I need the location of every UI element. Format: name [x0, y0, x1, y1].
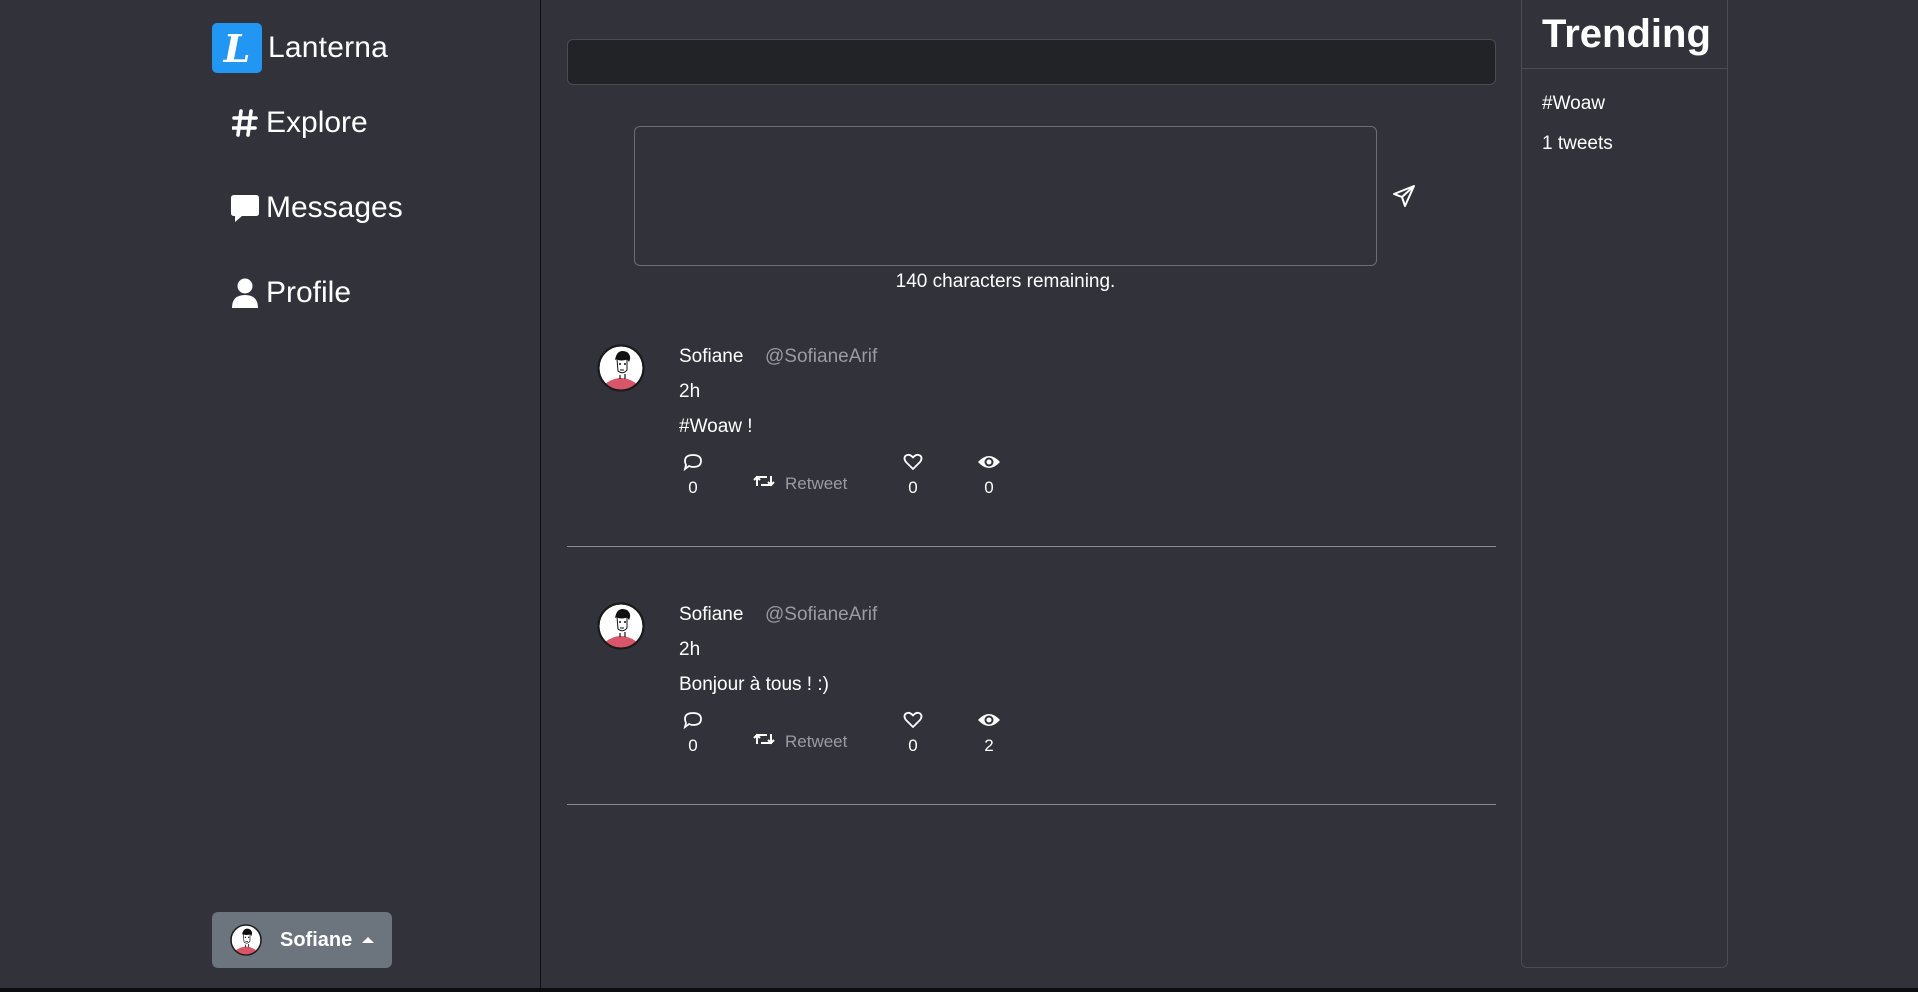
views-count: 2: [984, 736, 994, 755]
retweet-label: Retweet: [785, 473, 848, 493]
heart-icon: [897, 710, 929, 730]
like-count: 0: [908, 736, 918, 755]
nav-item-messages[interactable]: Messages: [230, 191, 403, 225]
tweet-time: 2h: [679, 381, 701, 402]
sidebar: L Lanterna Explore Messages Profile Sofi…: [0, 0, 541, 992]
reply-button[interactable]: 0: [677, 710, 709, 756]
retweet-icon: [753, 731, 775, 752]
views-indicator: 2: [969, 710, 1009, 756]
avatar[interactable]: [597, 344, 645, 392]
nav-item-profile[interactable]: Profile: [230, 276, 351, 310]
nav-explore-label: Explore: [266, 106, 368, 139]
tweet-author-handle[interactable]: @SofianeArif: [765, 604, 877, 626]
lanterna-logo-icon: L: [212, 23, 262, 73]
tweet: Sofiane @SofianeArif 2h Bonjour à tous !…: [567, 548, 1496, 805]
nav-messages-label: Messages: [266, 191, 403, 224]
tweet-author-name[interactable]: Sofiane: [679, 346, 743, 368]
tweet-time: 2h: [679, 639, 701, 660]
trending-panel: Trending #Woaw 1 tweets: [1521, 0, 1728, 968]
tweet-author-handle[interactable]: @SofianeArif: [765, 346, 877, 368]
trending-header: Trending: [1522, 0, 1727, 69]
user-menu-name: Sofiane: [280, 928, 353, 951]
message-icon: [230, 192, 260, 224]
brand[interactable]: L Lanterna: [212, 23, 388, 73]
eye-icon: [969, 452, 1009, 472]
reply-count: 0: [688, 478, 698, 497]
reply-button[interactable]: 0: [677, 452, 709, 498]
send-button[interactable]: [1390, 182, 1418, 210]
comment-icon: [677, 710, 709, 730]
tweet-author-name[interactable]: Sofiane: [679, 604, 743, 626]
hash-icon: [230, 107, 260, 139]
like-button[interactable]: 0: [897, 452, 929, 498]
caret-up-icon: [362, 937, 375, 943]
trending-item-tag[interactable]: #Woaw: [1542, 93, 1605, 115]
avatar[interactable]: [597, 602, 645, 650]
user-icon: [230, 277, 260, 309]
trending-item-count: 1 tweets: [1542, 133, 1613, 154]
retweet-icon: [753, 473, 775, 494]
retweet-button[interactable]: Retweet: [753, 473, 847, 494]
reply-count: 0: [688, 736, 698, 755]
views-indicator: 0: [969, 452, 1009, 498]
nav-profile-label: Profile: [266, 276, 352, 309]
like-count: 0: [908, 478, 918, 497]
user-menu-button[interactable]: Sofiane: [212, 912, 392, 968]
compose-input[interactable]: [634, 126, 1377, 266]
avatar: [230, 924, 262, 956]
views-count: 0: [984, 478, 994, 497]
brand-name: Lanterna: [268, 31, 389, 64]
heart-icon: [897, 452, 929, 472]
tweet-text: Bonjour à tous ! :): [679, 674, 829, 695]
comment-icon: [677, 452, 709, 472]
search-bar[interactable]: [567, 39, 1496, 85]
retweet-label: Retweet: [785, 731, 848, 751]
retweet-button[interactable]: Retweet: [753, 731, 847, 752]
like-button[interactable]: 0: [897, 710, 929, 756]
tweet-text: #Woaw !: [679, 416, 753, 437]
trending-title: Trending: [1542, 11, 1711, 56]
tweet: Sofiane @SofianeArif 2h #Woaw ! 0 Retwee…: [567, 290, 1496, 547]
eye-icon: [969, 710, 1009, 730]
send-icon: [1393, 185, 1415, 207]
bottom-edge: [0, 988, 1918, 992]
nav-item-explore[interactable]: Explore: [230, 106, 368, 140]
